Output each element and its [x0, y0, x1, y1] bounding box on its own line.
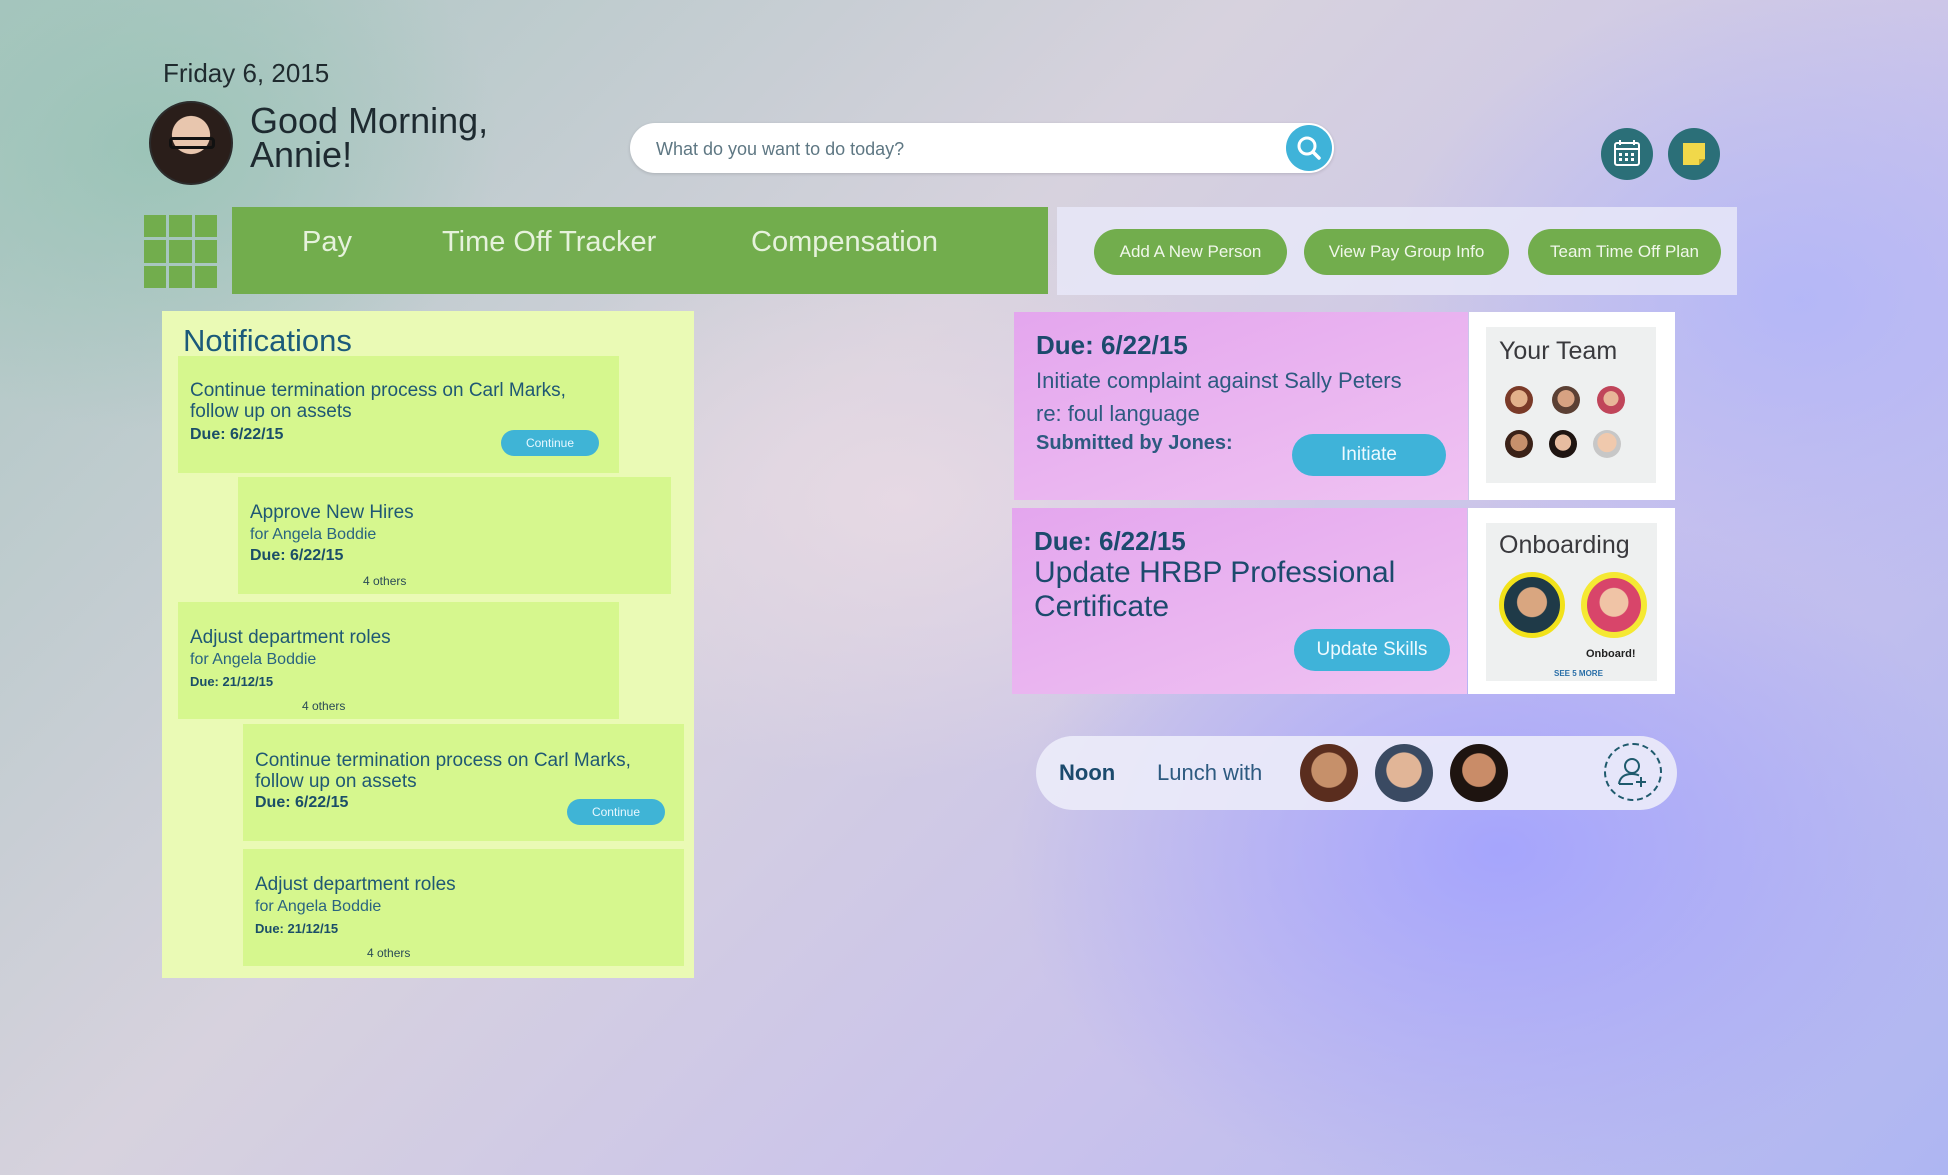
- search-input[interactable]: [654, 123, 1238, 175]
- notification-card[interactable]: Continue termination process on Carl Mar…: [243, 724, 684, 841]
- task-text: Update HRBP Professional Certificate: [1034, 556, 1395, 624]
- onboarding-inner: Onboarding Onboard! SEE 5 MORE: [1486, 523, 1657, 681]
- your-team-inner: Your Team: [1486, 327, 1656, 483]
- card-title: Approve New Hires: [250, 502, 414, 523]
- card-subtitle: for Angela Boddie: [255, 898, 382, 915]
- card-title: Adjust department roles: [255, 874, 456, 895]
- card-due: Due: 21/12/15: [255, 921, 339, 936]
- card-due: Due: 21/12/15: [190, 674, 274, 689]
- view-pay-group-button[interactable]: View Pay Group Info: [1304, 229, 1509, 275]
- greeting-line1: Good Morning,: [250, 100, 489, 141]
- see-more-link[interactable]: SEE 5 MORE: [1554, 669, 1603, 678]
- search-bar: [630, 123, 1334, 175]
- lunch-time: Noon: [1059, 760, 1116, 785]
- team-member-avatar[interactable]: [1505, 386, 1533, 414]
- user-avatar[interactable]: [149, 101, 233, 185]
- onboarding-card[interactable]: Onboarding Onboard! SEE 5 MORE: [1468, 508, 1675, 694]
- greeting-line2: Annie!: [250, 134, 353, 175]
- search-button[interactable]: [1286, 125, 1332, 171]
- onboarding-avatar[interactable]: [1581, 572, 1647, 638]
- team-member-avatar[interactable]: [1552, 386, 1580, 414]
- search-icon: [1297, 136, 1321, 160]
- notes-button[interactable]: [1668, 128, 1720, 180]
- date-label: Friday 6, 2015: [163, 58, 330, 88]
- card-title: Continue termination process on Carl Mar…: [190, 380, 566, 422]
- card-title: Continue termination process on Carl Mar…: [255, 750, 631, 792]
- task-text-line1: Update HRBP Professional: [1034, 556, 1396, 589]
- task-text: Initiate complaint against Sally Peters …: [1036, 364, 1402, 430]
- notification-card[interactable]: Continue termination process on Carl Mar…: [178, 356, 619, 473]
- task-submitted: Submitted by Jones:: [1036, 432, 1233, 454]
- lunch-attendee-avatar[interactable]: [1300, 744, 1358, 802]
- notification-card[interactable]: Approve New Hires for Angela Boddie Due:…: [238, 477, 671, 594]
- nav-compensation[interactable]: Compensation: [751, 226, 938, 259]
- calendar-icon: [1614, 140, 1640, 166]
- main-nav: Pay Time Off Tracker Compensation: [232, 207, 1048, 294]
- nav-time-off-tracker[interactable]: Time Off Tracker: [442, 226, 656, 259]
- card-subtitle: for Angela Boddie: [190, 651, 317, 668]
- card-due: Due: 6/22/15: [255, 794, 349, 811]
- team-member-avatar[interactable]: [1549, 430, 1577, 458]
- continue-button[interactable]: Continue: [567, 799, 665, 825]
- lunch-attendee-avatar[interactable]: [1375, 744, 1433, 802]
- team-member-avatar[interactable]: [1597, 386, 1625, 414]
- notifications-title: Notifications: [183, 323, 352, 358]
- add-new-person-button[interactable]: Add A New Person: [1094, 229, 1287, 275]
- task-due: Due: 6/22/15: [1036, 330, 1188, 360]
- greeting: Good Morning, Annie!: [250, 100, 489, 175]
- onboard-status: Onboard!: [1586, 648, 1636, 660]
- task-card[interactable]: Due: 6/22/15 Initiate complaint against …: [1014, 312, 1468, 500]
- team-time-off-button[interactable]: Team Time Off Plan: [1528, 229, 1721, 275]
- add-person-icon: [1618, 758, 1646, 787]
- task-text-line2: Certificate: [1034, 590, 1170, 623]
- initiate-button[interactable]: Initiate: [1292, 434, 1446, 476]
- notification-card[interactable]: Adjust department roles for Angela Boddi…: [243, 849, 684, 966]
- your-team-card[interactable]: Your Team: [1469, 312, 1675, 500]
- card-others[interactable]: 4 others: [367, 946, 410, 960]
- lunch-bar: Noon Lunch with: [1036, 736, 1677, 810]
- calendar-button[interactable]: [1601, 128, 1653, 180]
- task-card[interactable]: Due: 6/22/15 Update HRBP Professional Ce…: [1012, 508, 1467, 694]
- apps-grid-icon[interactable]: [144, 215, 217, 288]
- action-bar: Add A New Person View Pay Group Info Tea…: [1057, 207, 1737, 295]
- team-member-avatar[interactable]: [1593, 430, 1621, 458]
- card-others[interactable]: 4 others: [302, 699, 345, 713]
- continue-button[interactable]: Continue: [501, 430, 599, 456]
- sticky-note-icon: [1683, 143, 1705, 165]
- update-skills-button[interactable]: Update Skills: [1294, 629, 1450, 671]
- notification-card[interactable]: Adjust department roles for Angela Boddi…: [178, 602, 619, 719]
- lunch-attendee-avatar[interactable]: [1450, 744, 1508, 802]
- nav-pay[interactable]: Pay: [302, 226, 352, 259]
- card-due: Due: 6/22/15: [250, 547, 344, 564]
- card-title: Adjust department roles: [190, 627, 391, 648]
- task-text-line1: Initiate complaint against Sally Peters: [1036, 368, 1402, 393]
- add-attendee-button[interactable]: [1604, 743, 1662, 801]
- your-team-title: Your Team: [1499, 337, 1618, 365]
- onboarding-title: Onboarding: [1499, 531, 1630, 559]
- task-text-line2: re: foul language: [1036, 401, 1200, 426]
- card-others[interactable]: 4 others: [363, 574, 406, 588]
- team-member-avatar[interactable]: [1505, 430, 1533, 458]
- card-due: Due: 6/22/15: [190, 426, 284, 443]
- card-subtitle: for Angela Boddie: [250, 526, 377, 543]
- task-due: Due: 6/22/15: [1034, 526, 1186, 556]
- avatar-glasses: [169, 137, 215, 149]
- onboarding-avatar[interactable]: [1499, 572, 1565, 638]
- lunch-label: Lunch with: [1157, 760, 1263, 785]
